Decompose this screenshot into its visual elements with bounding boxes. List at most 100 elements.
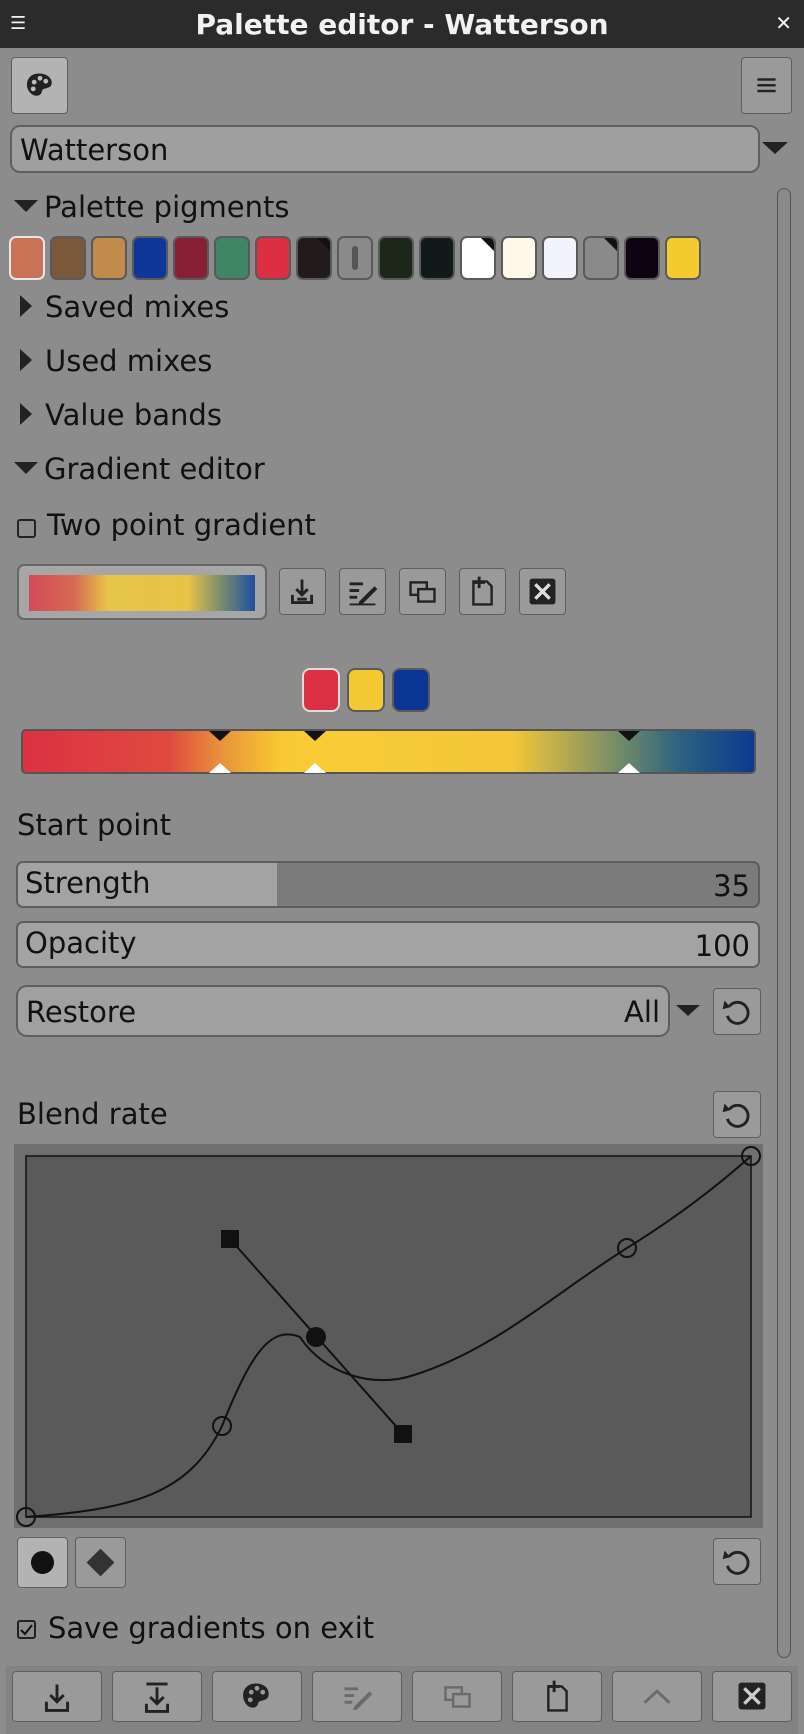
reset-restore-button[interactable] [713,988,761,1035]
window-title: Palette editor - Watterson [195,8,609,41]
save-gradients-checkbox[interactable] [17,1620,36,1639]
hamburger-icon [757,78,776,93]
pigment-swatch[interactable] [542,236,578,280]
delete-icon [529,578,556,605]
reset-curve-button[interactable] [713,1538,761,1585]
curve-area [25,1155,752,1518]
chevron-down-icon[interactable] [676,1005,700,1016]
pigment-swatch[interactable] [460,236,496,280]
pigment-corner-marker [481,238,494,251]
restore-select[interactable]: Restore All [16,985,670,1037]
pigment-swatch[interactable] [132,236,168,280]
section-value-bands[interactable]: Value bands [14,398,222,438]
blend-rate-label: Blend rate [17,1097,168,1131]
gradient-preview[interactable] [17,564,267,620]
import-icon [291,579,314,604]
options-menu-button[interactable] [741,57,792,114]
pigment-swatch[interactable] [296,236,332,280]
reset-icon [722,1550,750,1575]
separator-icon [352,246,358,270]
pigment-swatch[interactable] [173,236,209,280]
pigment-corner-marker [604,238,617,251]
pigment-swatch[interactable] [9,236,45,280]
stop-marker-bottom[interactable] [304,763,326,773]
opacity-value: 100 [694,929,750,963]
opacity-slider[interactable]: Opacity 100 [16,921,760,968]
corner-point-button[interactable] [75,1537,126,1588]
pigment-swatch[interactable] [665,236,701,280]
diamond-icon [86,1548,115,1577]
edit-icon [344,1687,373,1711]
edit-button-disabled[interactable] [312,1671,402,1722]
gradient-bar[interactable] [21,729,756,774]
strength-slider[interactable]: Strength 35 [16,861,760,908]
reset-blend-button[interactable] [713,1091,761,1138]
smooth-point-button[interactable] [17,1537,68,1588]
pigment-swatch[interactable] [583,236,619,280]
scrollbar[interactable] [777,188,791,1658]
blend-curve-panel [14,1144,763,1528]
section-palette-pigments[interactable]: Palette pigments [14,190,289,230]
delete-gradient-button[interactable] [519,568,566,615]
opacity-label: Opacity [25,926,137,960]
restore-label: Restore [26,995,137,1029]
section-saved-mixes[interactable]: Saved mixes [14,290,229,330]
edit-icon [349,582,378,606]
palette-tool-button[interactable] [212,1671,302,1722]
stop-marker-bottom[interactable] [209,763,231,773]
new-button[interactable] [512,1671,602,1722]
stop-marker-top[interactable] [209,731,231,741]
new-document-icon [547,1680,568,1712]
strength-label: Strength [25,866,151,900]
copy-icon [444,1686,471,1708]
chevron-down-icon[interactable] [762,142,788,154]
gradient-stop-swatch[interactable] [302,668,340,712]
pigment-swatch[interactable] [419,236,455,280]
pigment-swatch[interactable] [624,236,660,280]
collapsed-arrow-icon [20,349,32,371]
palette-icon [243,1683,269,1708]
two-point-gradient-checkbox[interactable] [17,519,36,538]
reset-icon [722,1000,750,1025]
export-button[interactable] [112,1671,202,1722]
bottom-toolbar [6,1666,798,1734]
pigment-swatch[interactable] [50,236,86,280]
close-button[interactable] [712,1671,792,1722]
stop-marker-bottom[interactable] [618,763,640,773]
checkmark-icon [20,1624,33,1636]
gradient-stop-swatch[interactable] [392,668,430,712]
pigment-swatch[interactable] [337,236,373,280]
pigment-swatch[interactable] [91,236,127,280]
copy-gradient-button[interactable] [399,568,446,615]
section-used-mixes[interactable]: Used mixes [14,344,212,384]
strength-value: 35 [713,869,750,903]
import-button[interactable] [12,1671,102,1722]
collapsed-arrow-icon [20,295,32,317]
duplicate-button-disabled[interactable] [412,1671,502,1722]
restore-value: All [624,995,660,1029]
pigment-swatch[interactable] [378,236,414,280]
move-up-button-disabled[interactable] [612,1671,702,1722]
palette-select[interactable]: Watterson [10,125,760,173]
reset-icon [722,1103,750,1128]
pigment-corner-marker [317,238,330,251]
pigment-swatch[interactable] [255,236,291,280]
curve-handle[interactable] [394,1425,412,1443]
collapsed-arrow-icon [20,403,32,425]
stop-marker-top[interactable] [618,731,640,741]
expanded-arrow-icon [14,200,38,212]
new-gradient-button[interactable] [459,568,506,615]
import-icon [44,1684,70,1712]
window-close-icon[interactable]: ✕ [775,11,792,35]
gradient-stop-swatch[interactable] [347,668,385,712]
pigment-swatch[interactable] [501,236,537,280]
palette-button[interactable] [11,57,68,114]
curve-point-selected[interactable] [306,1327,326,1347]
stop-marker-top[interactable] [304,731,326,741]
curve-handle[interactable] [221,1230,239,1248]
edit-gradient-button[interactable] [339,568,386,615]
section-gradient-editor[interactable]: Gradient editor [14,452,265,492]
blend-curve-editor[interactable] [14,1144,763,1528]
pigment-swatch[interactable] [214,236,250,280]
load-gradient-button[interactable] [279,568,326,615]
